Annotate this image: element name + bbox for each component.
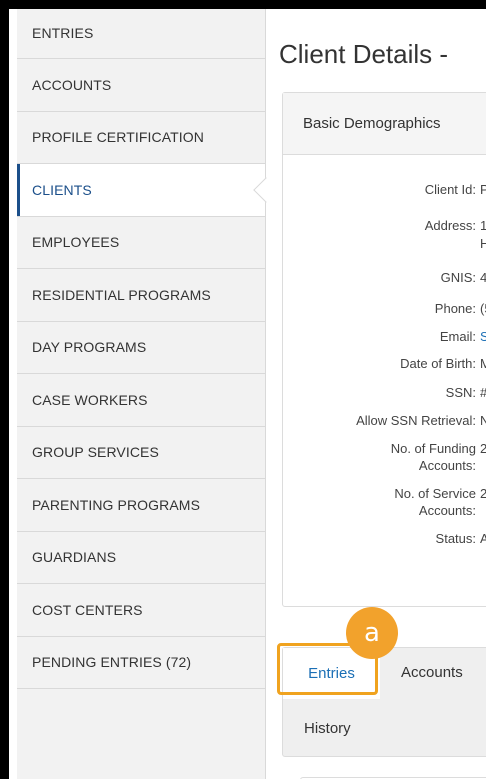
tutorial-callout-badge: a (346, 607, 398, 659)
sidebar-item-cost-centers[interactable]: COST CENTERS (17, 584, 265, 637)
sidebar-item-profile-certification[interactable]: PROFILE CERTIFICATION (17, 112, 265, 164)
app-window: ENTRIES ACCOUNTS PROFILE CERTIFICATION C… (9, 9, 486, 779)
field-label-line2: Accounts: (418, 458, 476, 473)
sidebar-item-accounts[interactable]: ACCOUNTS (17, 59, 265, 112)
sidebar-item-day-programs[interactable]: DAY PROGRAMS (17, 322, 265, 374)
field-label: Phone: (434, 301, 476, 316)
sidebar-item-label: CASE WORKERS (32, 391, 148, 408)
field-value: M (480, 356, 486, 371)
field-label: No. of Service (394, 486, 476, 501)
field-label: Date of Birth: (400, 356, 476, 371)
page-title: Client Details - (279, 39, 449, 69)
sidebar-item-label: DAY PROGRAMS (32, 339, 147, 356)
sidebar-item-guardians[interactable]: GUARDIANS (17, 532, 265, 584)
field-label: No. of Funding (390, 441, 476, 456)
sidebar-item-label: PENDING ENTRIES (72) (32, 654, 192, 671)
sidebar-item-entries[interactable]: ENTRIES (17, 9, 265, 59)
tab-history[interactable]: History (304, 720, 351, 737)
field-value: 12 (480, 218, 486, 233)
sidebar-item-label: EMPLOYEES (32, 234, 120, 251)
field-value: N (480, 413, 486, 428)
sidebar-item-label: CLIENTS (32, 181, 92, 198)
field-label: GNIS: (440, 270, 476, 285)
sidebar-item-label: COST CENTERS (32, 601, 143, 618)
sidebar-item-clients[interactable]: CLIENTS (17, 164, 279, 217)
sidebar-item-label: GROUP SERVICES (32, 444, 159, 461)
field-label: Status: (435, 531, 476, 546)
panel-title: Basic Demographics (283, 93, 486, 155)
sidebar-item-label: PARENTING PROGRAMS (32, 496, 201, 513)
field-value: #: (480, 384, 486, 401)
field-label: Email: (439, 329, 476, 344)
email-link[interactable]: Sc (480, 328, 486, 345)
field-value: 2 (480, 486, 486, 501)
field-value: Pr (480, 182, 486, 197)
sidebar-item-parenting-programs[interactable]: PARENTING PROGRAMS (17, 479, 265, 532)
field-label-line2: Accounts: (418, 503, 476, 518)
field-label: Address: (424, 218, 476, 233)
sidebar-item-label: GUARDIANS (32, 549, 117, 566)
sidebar-item-label: ACCOUNTS (32, 76, 112, 93)
sidebar-item-label: RESIDENTIAL PROGRAMS (32, 286, 211, 303)
field-value: 4' (480, 270, 486, 285)
sidebar-item-employees[interactable]: EMPLOYEES (17, 217, 265, 269)
sidebar-item-case-workers[interactable]: CASE WORKERS (17, 374, 265, 427)
basic-demographics-panel: Basic Demographics Client Id: Pr Address… (282, 92, 486, 607)
sidebar-item-group-services[interactable]: GROUP SERVICES (17, 427, 265, 479)
main-content: Client Details - Basic Demographics Clie… (267, 9, 486, 779)
field-label: Allow SSN Retrieval: (356, 413, 476, 428)
field-label: SSN: (445, 385, 476, 400)
field-value-line2: H (480, 236, 486, 251)
sidebar-item-pending-entries[interactable]: PENDING ENTRIES (72) (17, 637, 265, 689)
sidebar-item-label: PROFILE CERTIFICATION (32, 129, 204, 146)
sidebar: ENTRIES ACCOUNTS PROFILE CERTIFICATION C… (17, 9, 279, 779)
field-value: (5 (480, 301, 486, 316)
tab-accounts[interactable]: Accounts (401, 664, 463, 681)
sidebar-item-residential-programs[interactable]: RESIDENTIAL PROGRAMS (17, 269, 265, 322)
field-value: 2 (480, 441, 486, 456)
sidebar-item-label: ENTRIES (32, 25, 94, 41)
field-label: Client Id: (424, 182, 476, 197)
field-value: A( (480, 531, 486, 546)
